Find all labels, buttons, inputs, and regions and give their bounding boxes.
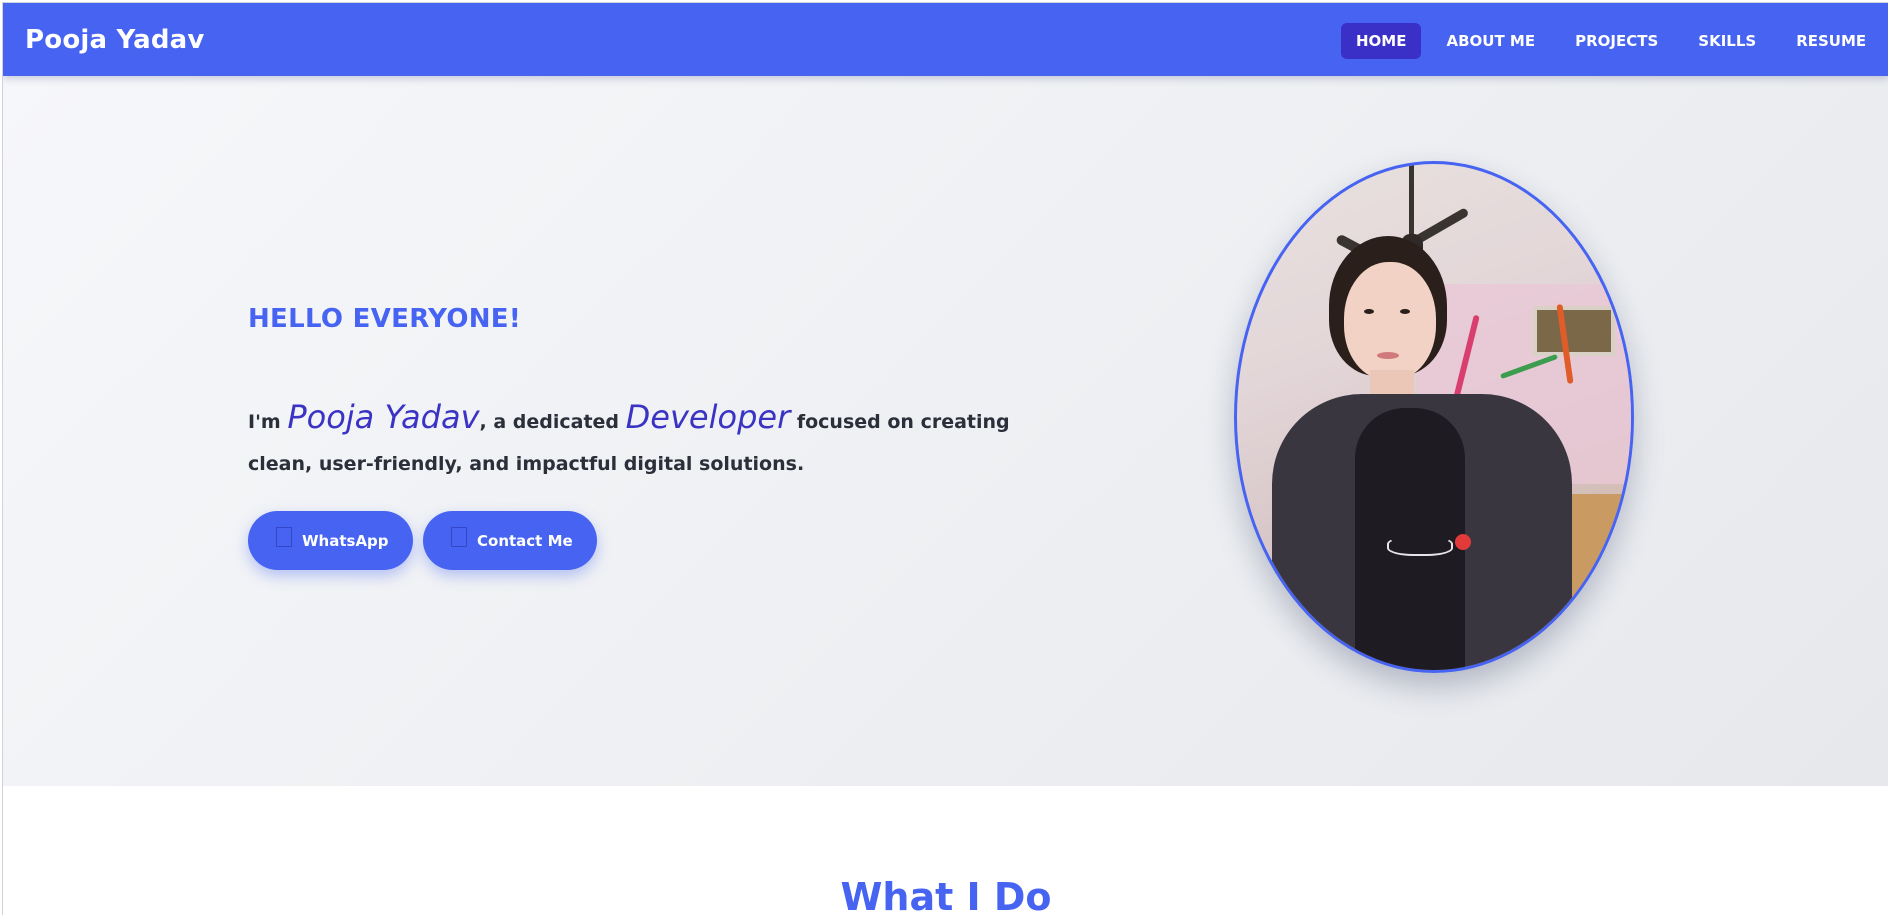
page: Pooja Yadav HOME ABOUT ME PROJECTS SKILL… (2, 2, 1888, 915)
contact-me-button[interactable]: Contact Me (423, 511, 597, 570)
nav-link-home[interactable]: HOME (1341, 23, 1422, 59)
nav-link-skills[interactable]: SKILLS (1683, 23, 1771, 59)
profile-photo (1234, 161, 1634, 673)
envelope-icon (451, 526, 467, 547)
site-brand[interactable]: Pooja Yadav (25, 25, 205, 55)
intro-mid: , a dedicated (479, 411, 626, 433)
hero-greeting: HELLO EVERYONE! (248, 304, 522, 334)
nav-link-projects[interactable]: PROJECTS (1560, 23, 1673, 59)
intro-name: Pooja Yadav (287, 398, 480, 436)
contact-me-button-label: Contact Me (477, 531, 573, 550)
intro-prefix: I'm (248, 411, 288, 433)
whatsapp-icon (276, 526, 292, 547)
whatsapp-button[interactable]: WhatsApp (248, 511, 413, 570)
what-i-do-heading: What I Do (840, 875, 1052, 915)
nav-link-resume[interactable]: RESUME (1781, 23, 1881, 59)
intro-role: Developer (625, 398, 791, 436)
whatsapp-button-label: WhatsApp (302, 531, 389, 550)
navbar: Pooja Yadav HOME ABOUT ME PROJECTS SKILL… (3, 3, 1888, 76)
nav-links: HOME ABOUT ME PROJECTS SKILLS RESUME (1341, 23, 1888, 59)
hero-section: HELLO EVERYONE! I'm Pooja Yadav, a dedic… (3, 76, 1888, 786)
nav-link-about-me[interactable]: ABOUT ME (1431, 23, 1550, 59)
hero-intro: I'm Pooja Yadav, a dedicated Developer f… (248, 396, 1028, 485)
